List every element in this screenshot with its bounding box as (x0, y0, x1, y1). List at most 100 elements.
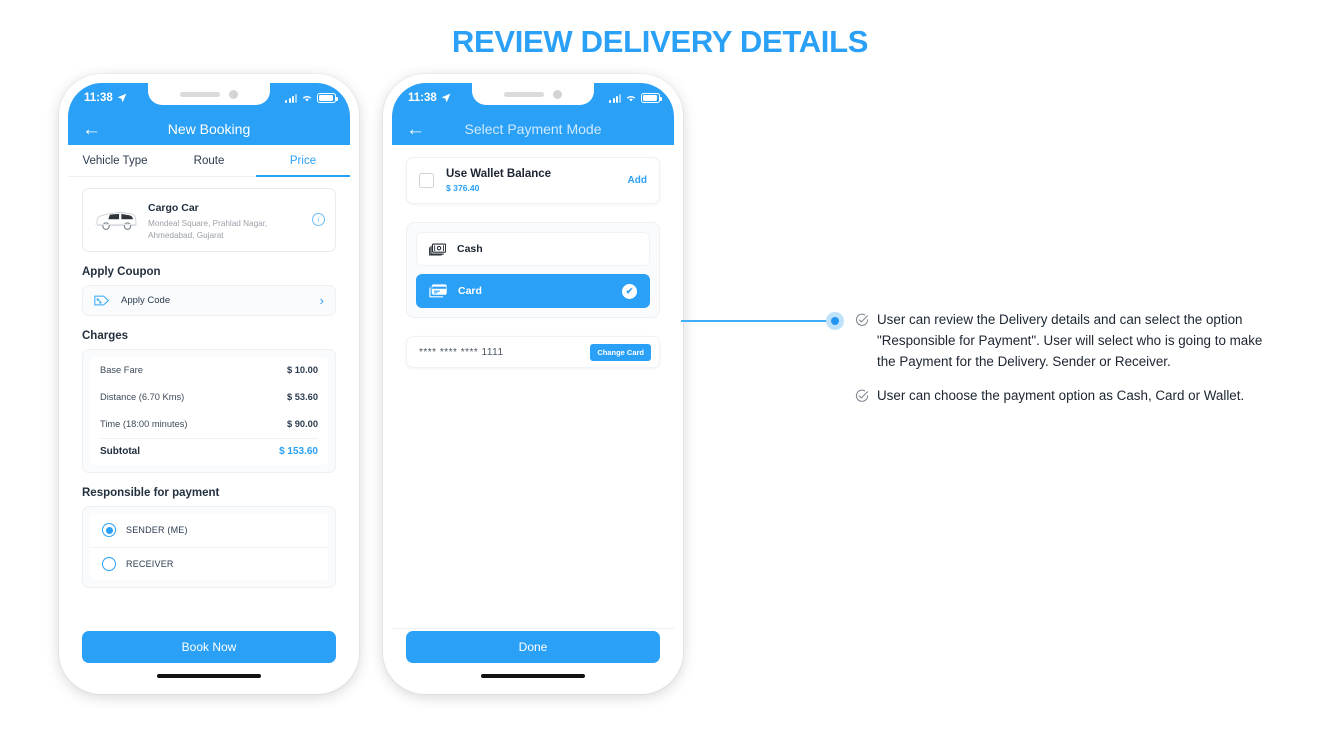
camera-icon (553, 89, 562, 99)
subtotal-row: Subtotal $ 153.60 (100, 437, 318, 465)
wallet-text: Use Wallet Balance $ 376.40 (446, 168, 616, 193)
charge-amount: $ 53.60 (286, 392, 318, 403)
status-time: 11:38 (84, 92, 113, 104)
radio-label: RECEIVER (126, 558, 174, 569)
annotation-text: User can choose the payment option as Ca… (877, 388, 1245, 404)
signal-bars-icon (285, 93, 297, 103)
charge-label: Time (18:00 minutes) (100, 419, 188, 430)
radio-option-receiver[interactable]: RECEIVER (90, 546, 328, 580)
phone-mockup-booking: 11:38 ← New Booking Vehicle Type Route P… (59, 74, 359, 694)
phone-mockup-payment: 11:38 ← Select Payment Mode Use Wallet B… (383, 74, 683, 694)
booking-tabs: Vehicle Type Route Price (68, 145, 350, 177)
charges-card: Base Fare $ 10.00 Distance (6.70 Kms) $ … (82, 348, 336, 473)
cargo-van-icon (95, 211, 137, 230)
cash-icon (429, 243, 446, 256)
speaker-icon (180, 91, 220, 97)
speaker-icon (504, 91, 544, 97)
charge-label: Base Fare (100, 365, 143, 376)
connector-line (681, 320, 829, 323)
signal-bars-icon (609, 93, 621, 103)
wifi-icon (626, 95, 636, 102)
done-button[interactable]: Done (406, 631, 660, 663)
charge-row: Distance (6.70 Kms) $ 53.60 (100, 384, 318, 411)
radio-label: SENDER (ME) (126, 525, 188, 536)
wallet-label: Use Wallet Balance (446, 168, 552, 180)
radio-unselected-icon (102, 556, 116, 571)
vehicle-name: Cargo Car (148, 202, 199, 214)
charge-row: Base Fare $ 10.00 (100, 357, 318, 384)
phone1-notch (148, 83, 270, 105)
vehicle-card[interactable]: Cargo Car Mondeal Square, Prahlad Nagar,… (82, 188, 336, 252)
tab-route[interactable]: Route (162, 145, 256, 176)
responsible-card: SENDER (ME) RECEIVER (82, 505, 336, 588)
address-line-2: Ahmedabad, Gujarat (148, 230, 224, 240)
check-circle-outline-icon (855, 313, 869, 326)
page-title: REVIEW DELIVERY DETAILS (451, 24, 869, 59)
camera-icon (229, 89, 238, 99)
status-left: 11:38 (84, 92, 127, 104)
tab-label: Vehicle Type (82, 154, 148, 167)
bottom-divider (392, 628, 674, 629)
radio-option-sender[interactable]: SENDER (ME) (90, 514, 328, 547)
annotation-item: User can choose the payment option as Ca… (855, 386, 1270, 407)
tab-label: Route (193, 154, 225, 167)
wallet-amount: $ 376.40 (446, 183, 480, 193)
apply-coupon-heading: Apply Coupon (82, 265, 161, 278)
radio-selected-icon (102, 523, 116, 538)
screenshot-canvas: REVIEW DELIVERY DETAILS 11:38 ← New Book… (0, 0, 1320, 745)
payment-option-card[interactable]: Card ✔ (416, 274, 650, 308)
status-right (285, 93, 338, 103)
charges-heading: Charges (82, 329, 129, 342)
status-left: 11:38 (408, 92, 451, 104)
phone1-screen: 11:38 ← New Booking Vehicle Type Route P… (68, 83, 350, 685)
book-now-button[interactable]: Book Now (82, 631, 336, 663)
change-card-button[interactable]: Change Card (590, 343, 651, 361)
charge-amount: $ 10.00 (286, 365, 318, 376)
charges-table: Base Fare $ 10.00 Distance (6.70 Kms) $ … (90, 356, 328, 465)
wallet-add-button[interactable]: Add (628, 175, 647, 186)
phone1-body: Cargo Car Mondeal Square, Prahlad Nagar,… (68, 188, 350, 588)
annotation-text: User can review the Delivery details and… (877, 312, 1263, 369)
tab-price[interactable]: Price (256, 145, 350, 177)
back-arrow-icon[interactable]: ← (82, 120, 101, 139)
status-time: 11:38 (408, 92, 437, 104)
saved-card-row: **** **** **** 1111 Change Card (406, 336, 660, 368)
checkbox-unchecked-icon[interactable] (419, 173, 434, 188)
battery-icon (641, 93, 662, 103)
responsible-radio-group: SENDER (ME) RECEIVER (90, 513, 328, 580)
payment-option-label: Card (458, 285, 482, 297)
home-indicator (481, 674, 585, 678)
apply-code-row[interactable]: Apply Code › (82, 284, 336, 316)
back-arrow-icon[interactable]: ← (406, 120, 425, 139)
annotation-item: User can review the Delivery details and… (855, 310, 1270, 372)
wallet-balance-row[interactable]: Use Wallet Balance $ 376.40 Add (406, 157, 660, 204)
phone1-title: New Booking (167, 121, 251, 137)
charge-amount: $ 90.00 (286, 419, 318, 430)
charge-label: Distance (6.70 Kms) (100, 392, 185, 403)
home-indicator (157, 674, 261, 678)
apply-code-label: Apply Code (121, 294, 171, 306)
connector-dot (831, 317, 839, 325)
status-right (609, 93, 662, 103)
coupon-tag-icon (94, 295, 110, 306)
check-circle-icon: ✔ (622, 283, 637, 299)
info-circle-icon[interactable]: i (312, 213, 325, 227)
charge-row: Time (18:00 minutes) $ 90.00 (100, 411, 318, 438)
vehicle-text: Cargo Car Mondeal Square, Prahlad Nagar,… (148, 198, 303, 242)
phone1-nav-bar: ← New Booking (68, 113, 350, 145)
location-arrow-icon (441, 93, 451, 103)
subtotal-label: Subtotal (100, 446, 140, 458)
phone2-body: Use Wallet Balance $ 376.40 Add Cash Car… (392, 157, 674, 368)
annotation-list: User can review the Delivery details and… (855, 310, 1270, 421)
payment-option-cash[interactable]: Cash (416, 232, 650, 266)
responsible-heading: Responsible for payment (82, 486, 220, 499)
chevron-right-icon: › (319, 292, 324, 308)
card-number: **** **** **** 1111 (419, 346, 504, 358)
payment-option-label: Cash (457, 243, 483, 255)
phone2-notch (472, 83, 594, 105)
tab-vehicle-type[interactable]: Vehicle Type (68, 145, 162, 176)
tab-label: Price (289, 154, 317, 167)
payment-options-group: Cash Card ✔ (406, 222, 660, 318)
credit-card-icon (429, 284, 447, 298)
check-circle-outline-icon (855, 389, 869, 403)
